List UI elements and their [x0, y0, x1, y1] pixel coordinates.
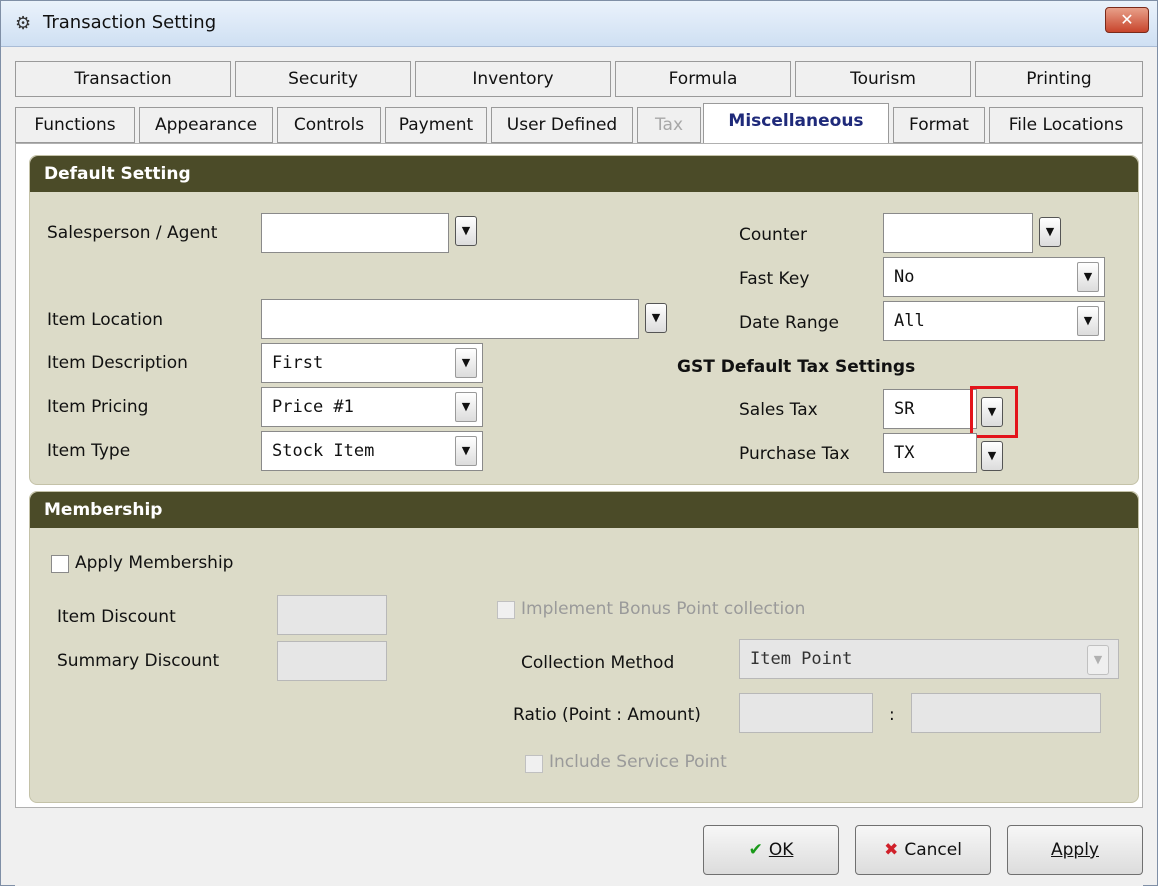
apply-button-label: Apply: [1051, 840, 1099, 860]
item-pricing-label: Item Pricing: [47, 397, 149, 417]
tab-miscellaneous[interactable]: Miscellaneous: [703, 103, 889, 143]
summary-discount-input[interactable]: [277, 641, 387, 681]
salesperson-dropdown-button[interactable]: ▼: [455, 216, 477, 246]
item-discount-input[interactable]: [277, 595, 387, 635]
tab-printing[interactable]: Printing: [975, 61, 1143, 97]
salesperson-label: Salesperson / Agent: [47, 223, 218, 243]
bonus-point-checkbox[interactable]: [497, 601, 515, 619]
membership-header: Membership: [30, 492, 1138, 528]
tab-user-defined[interactable]: User Defined: [491, 107, 633, 143]
item-pricing-dropdown-button[interactable]: ▼: [455, 392, 477, 422]
salesperson-input[interactable]: [261, 213, 449, 253]
ratio-amount-input[interactable]: [911, 693, 1101, 733]
service-point-checkbox[interactable]: [525, 755, 543, 773]
tab-security[interactable]: Security: [235, 61, 411, 97]
tab-payment[interactable]: Payment: [385, 107, 487, 143]
triangle-down-icon: ▼: [461, 400, 471, 413]
triangle-down-icon: ▼: [461, 356, 471, 369]
tab-controls[interactable]: Controls: [277, 107, 381, 143]
item-type-dropdown-button[interactable]: ▼: [455, 436, 477, 466]
item-location-label: Item Location: [47, 310, 164, 330]
cancel-button[interactable]: ✖ Cancel: [855, 825, 991, 875]
collection-method-dropdown-button[interactable]: ▼: [1087, 645, 1109, 675]
collection-method-label: Collection Method: [521, 653, 675, 673]
tab-format[interactable]: Format: [893, 107, 985, 143]
item-location-dropdown-button[interactable]: ▼: [645, 303, 667, 333]
fast-key-select[interactable]: No: [883, 257, 1105, 297]
triangle-down-icon: ▼: [1083, 270, 1093, 283]
fast-key-label: Fast Key: [739, 269, 810, 289]
ratio-separator: :: [889, 705, 895, 725]
item-type-label: Item Type: [47, 441, 131, 461]
triangle-down-icon: ▼: [461, 444, 471, 457]
title-bar: ⚙ Transaction Setting ✕: [1, 1, 1157, 47]
tab-functions[interactable]: Functions: [15, 107, 135, 143]
bonus-point-label: Implement Bonus Point collection: [521, 599, 806, 619]
ok-button-label: OK: [768, 840, 794, 860]
item-description-select[interactable]: First: [261, 343, 483, 383]
ratio-point-input[interactable]: [739, 693, 873, 733]
item-description-dropdown-button[interactable]: ▼: [455, 348, 477, 378]
triangle-down-icon: ▼: [987, 449, 997, 462]
summary-discount-label: Summary Discount: [57, 651, 220, 671]
tab-formula[interactable]: Formula: [615, 61, 791, 97]
item-location-input[interactable]: [261, 299, 639, 339]
item-pricing-select[interactable]: Price #1: [261, 387, 483, 427]
collection-method-select[interactable]: Item Point: [739, 639, 1119, 679]
date-range-select[interactable]: All: [883, 301, 1105, 341]
tab-appearance[interactable]: Appearance: [139, 107, 273, 143]
check-icon: ✔: [748, 840, 763, 860]
triangle-down-icon: ▼: [1045, 225, 1055, 238]
purchase-tax-input[interactable]: TX: [883, 433, 977, 473]
purchase-tax-label: Purchase Tax: [739, 444, 850, 464]
gst-heading: GST Default Tax Settings: [677, 357, 916, 377]
ok-button[interactable]: ✔ OK: [703, 825, 839, 875]
transaction-setting-window: ⚙ Transaction Setting ✕ Transaction Secu…: [0, 0, 1158, 886]
sales-tax-highlight: [970, 386, 1018, 438]
date-range-label: Date Range: [739, 313, 839, 333]
counter-input[interactable]: [883, 213, 1033, 253]
date-range-dropdown-button[interactable]: ▼: [1077, 306, 1099, 336]
cross-icon: ✖: [884, 840, 899, 860]
service-point-label: Include Service Point: [549, 752, 727, 772]
tab-tourism[interactable]: Tourism: [795, 61, 971, 97]
triangle-down-icon: ▼: [1083, 314, 1093, 327]
counter-label: Counter: [739, 225, 807, 245]
tab-transaction[interactable]: Transaction: [15, 61, 231, 97]
sales-tax-input[interactable]: SR: [883, 389, 977, 429]
triangle-down-icon: ▼: [651, 311, 661, 324]
apply-button[interactable]: Apply: [1007, 825, 1143, 875]
ratio-label: Ratio (Point : Amount): [513, 705, 701, 725]
tab-file-locations[interactable]: File Locations: [989, 107, 1143, 143]
fast-key-dropdown-button[interactable]: ▼: [1077, 262, 1099, 292]
triangle-down-icon: ▼: [461, 224, 471, 237]
apply-membership-checkbox[interactable]: [51, 555, 69, 573]
item-description-label: Item Description: [47, 353, 188, 373]
counter-dropdown-button[interactable]: ▼: [1039, 217, 1061, 247]
apply-membership-label: Apply Membership: [75, 553, 234, 573]
item-discount-label: Item Discount: [57, 607, 176, 627]
window-title: Transaction Setting: [43, 12, 217, 33]
default-setting-header: Default Setting: [30, 156, 1138, 192]
triangle-down-icon: ▼: [1093, 653, 1103, 666]
sales-tax-label: Sales Tax: [739, 400, 818, 420]
tab-inventory[interactable]: Inventory: [415, 61, 611, 97]
tab-tax: Tax: [637, 107, 701, 143]
settings-link-icon: ⚙: [15, 13, 32, 34]
cancel-button-label: Cancel: [904, 840, 962, 860]
item-type-select[interactable]: Stock Item: [261, 431, 483, 471]
close-button[interactable]: ✕: [1105, 7, 1149, 33]
purchase-tax-dropdown-button[interactable]: ▼: [981, 441, 1003, 471]
